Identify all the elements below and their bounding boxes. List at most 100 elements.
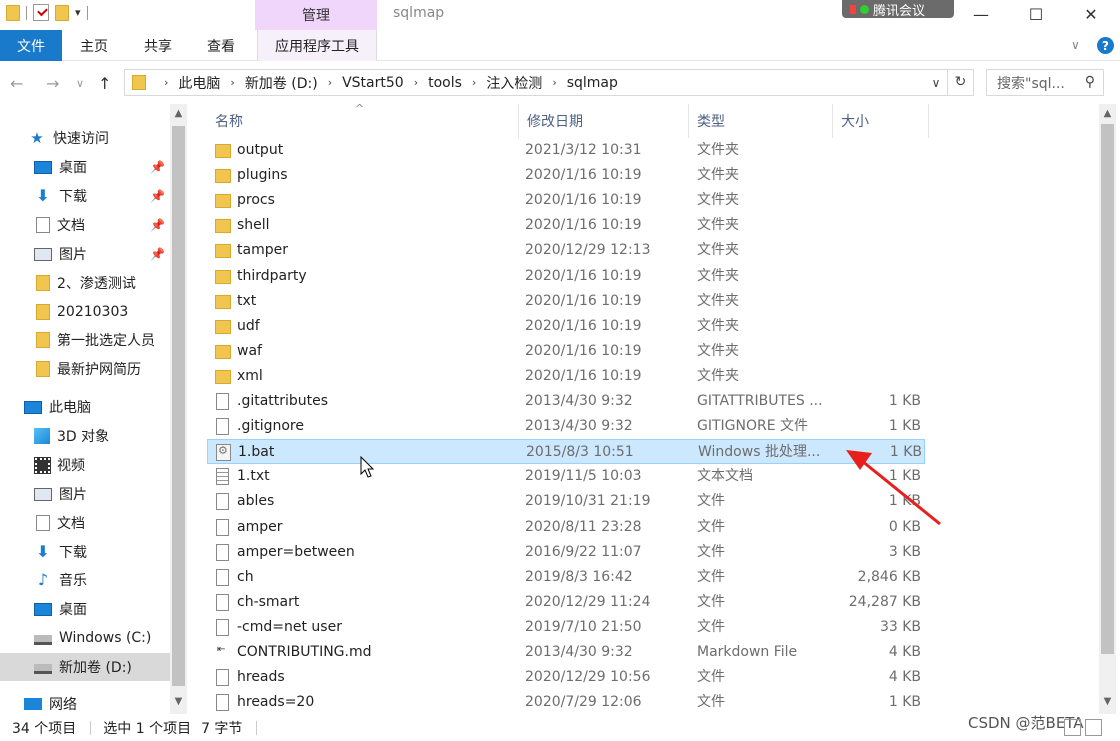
chevron-down-icon[interactable]: ∨ bbox=[76, 77, 84, 90]
table-row[interactable]: txt 2020/1/16 10:19 文件夹 bbox=[207, 289, 925, 314]
scroll-down-icon[interactable]: ▼ bbox=[1099, 696, 1116, 707]
sidebar-item-videos[interactable]: 视频 bbox=[0, 451, 170, 479]
tab-file[interactable]: 文件 bbox=[0, 30, 62, 61]
expand-ribbon-icon[interactable]: ∨ bbox=[1071, 38, 1080, 52]
sidebar-item-music[interactable]: ♪ 音乐 bbox=[0, 566, 170, 594]
column-header-type[interactable]: 类型 bbox=[689, 104, 833, 138]
sidebar-item-20210303[interactable]: 20210303 bbox=[0, 298, 170, 326]
table-row[interactable]: waf 2020/1/16 10:19 文件夹 bbox=[207, 339, 925, 364]
table-row[interactable]: .gitattributes 2013/4/30 9:32 GITATTRIBUTE… bbox=[207, 389, 925, 414]
file-type: 文件夹 bbox=[697, 192, 739, 209]
sidebar-item-desktop-pc[interactable]: 桌面 bbox=[0, 595, 170, 623]
breadcrumb-drive-d[interactable]: 新加卷 (D:) bbox=[245, 73, 318, 93]
sidebar-item-documents[interactable]: 文档 📌 bbox=[0, 211, 170, 239]
table-row[interactable]: xml 2020/1/16 10:19 文件夹 bbox=[207, 364, 925, 389]
table-row[interactable]: ch-smart 2020/12/29 11:24 文件 24,287 KB bbox=[207, 590, 925, 615]
scroll-down-icon[interactable]: ▼ bbox=[170, 696, 187, 707]
address-history-icon[interactable]: ∨ bbox=[925, 76, 947, 90]
sidebar-item-network[interactable]: 网络 bbox=[0, 690, 170, 714]
download-icon: ⬇ bbox=[36, 542, 50, 561]
column-header-name[interactable]: 名称 bbox=[207, 104, 519, 138]
customize-toolbar-icon[interactable]: ▾ bbox=[75, 6, 81, 19]
pin-icon[interactable]: 📌 bbox=[150, 218, 165, 232]
breadcrumb-sqlmap[interactable]: sqlmap bbox=[567, 75, 618, 91]
table-row[interactable]: ables 2019/10/31 21:19 文件 1 KB bbox=[207, 489, 925, 514]
scroll-up-icon[interactable]: ▲ bbox=[170, 108, 187, 119]
breadcrumb-vstart50[interactable]: VStart50 bbox=[342, 75, 404, 91]
large-icons-view-icon[interactable] bbox=[1085, 719, 1102, 736]
sidebar-item-documents-pc[interactable]: 文档 bbox=[0, 509, 170, 537]
scrollbar-thumb[interactable] bbox=[1101, 124, 1114, 654]
tab-application-tools[interactable]: 应用程序工具 bbox=[257, 30, 377, 61]
sidebar-item-drive-c[interactable]: Windows (C:) bbox=[0, 624, 170, 652]
breadcrumb-separator[interactable]: › bbox=[230, 76, 234, 89]
meeting-indicator[interactable]: 腾讯会议 bbox=[842, 0, 954, 19]
table-row[interactable]: .gitignore 2013/4/30 9:32 GITIGNORE 文件 1 KB bbox=[207, 414, 925, 439]
table-row[interactable]: thirdparty 2020/1/16 10:19 文件夹 bbox=[207, 264, 925, 289]
table-row[interactable]: -cmd=net user 2019/7/10 21:50 文件 33 KB bbox=[207, 615, 925, 640]
close-button[interactable]: ✕ bbox=[1068, 0, 1114, 28]
pin-icon[interactable]: 📌 bbox=[150, 160, 165, 174]
table-row[interactable]: ch 2019/8/3 16:42 文件 2,846 KB bbox=[207, 565, 925, 590]
sidebar-item-downloads-pc[interactable]: ⬇ 下载 bbox=[0, 538, 170, 566]
column-header-size[interactable]: 大小 bbox=[833, 104, 929, 138]
table-row[interactable]: udf 2020/1/16 10:19 文件夹 bbox=[207, 314, 925, 339]
properties-icon[interactable] bbox=[33, 4, 49, 21]
breadcrumb-separator[interactable]: › bbox=[328, 76, 332, 89]
sidebar-item-pictures-pc[interactable]: 图片 bbox=[0, 480, 170, 508]
breadcrumb-separator[interactable]: › bbox=[164, 76, 168, 89]
manage-context-tab[interactable]: 管理 bbox=[255, 0, 377, 30]
forward-arrow-icon[interactable]: → bbox=[46, 74, 59, 93]
pin-icon[interactable]: 📌 bbox=[150, 189, 165, 203]
table-row[interactable]: output 2021/3/12 10:31 文件夹 bbox=[207, 138, 925, 163]
table-row[interactable]: plugins 2020/1/16 10:19 文件夹 bbox=[207, 163, 925, 188]
sidebar-item-resumes[interactable]: 最新护网简历 bbox=[0, 355, 170, 383]
table-row[interactable]: shell 2020/1/16 10:19 文件夹 bbox=[207, 213, 925, 238]
sidebar-item-3d-objects[interactable]: 3D 对象 bbox=[0, 422, 170, 450]
breadcrumb-injection[interactable]: 注入检测 bbox=[486, 73, 542, 93]
file-size bbox=[837, 238, 921, 263]
pin-icon[interactable]: 📌 bbox=[150, 247, 165, 261]
breadcrumb-this-pc[interactable]: 此电脑 bbox=[178, 73, 220, 93]
scroll-up-icon[interactable]: ▲ bbox=[1099, 108, 1116, 119]
table-row[interactable]: amper=between 2016/9/22 11:07 文件 3 KB bbox=[207, 540, 925, 565]
table-row[interactable]: 1.txt 2019/11/5 10:03 文本文档 1 KB bbox=[207, 464, 925, 489]
sidebar-item-desktop[interactable]: 桌面 📌 bbox=[0, 153, 170, 181]
tab-home[interactable]: 主页 bbox=[66, 30, 122, 61]
address-bar[interactable]: › 此电脑 › 新加卷 (D:) › VStart50 › tools › 注入… bbox=[124, 69, 974, 96]
table-row[interactable]: 1.bat 2015/8/3 10:51 Windows 批处理... 1 KB bbox=[207, 439, 925, 465]
new-folder-icon[interactable] bbox=[55, 4, 69, 21]
table-row[interactable]: procs 2020/1/16 10:19 文件夹 bbox=[207, 188, 925, 213]
minimize-button[interactable]: — bbox=[958, 0, 1004, 28]
refresh-icon[interactable]: ↻ bbox=[947, 70, 973, 95]
breadcrumb-separator[interactable]: › bbox=[414, 76, 418, 89]
breadcrumb-separator[interactable]: › bbox=[552, 76, 556, 89]
scrollbar-thumb[interactable] bbox=[172, 126, 185, 686]
sidebar-scrollbar[interactable]: ▲ ▼ bbox=[170, 104, 187, 714]
sidebar-item-downloads[interactable]: ⬇ 下载 📌 bbox=[0, 182, 170, 210]
help-icon[interactable]: ? bbox=[1097, 37, 1114, 54]
details-view-icon[interactable] bbox=[1064, 719, 1081, 736]
column-header-date[interactable]: 修改日期 bbox=[519, 104, 689, 138]
sidebar-item-quick-access[interactable]: ★ 快速访问 bbox=[0, 124, 170, 152]
sidebar-item-pictures[interactable]: 图片 📌 bbox=[0, 240, 170, 268]
sidebar-item-drive-d[interactable]: 新加卷 (D:) bbox=[0, 653, 170, 681]
up-arrow-icon[interactable]: ↑ bbox=[98, 74, 111, 93]
table-row[interactable]: tamper 2020/12/29 12:13 文件夹 bbox=[207, 238, 925, 263]
file-list-scrollbar[interactable]: ▲ ▼ bbox=[1099, 104, 1116, 714]
table-row[interactable]: hreads=20 2020/7/29 12:06 文件 1 KB bbox=[207, 690, 925, 714]
sidebar-item-pentest[interactable]: 2、渗透测试 bbox=[0, 269, 170, 297]
search-input[interactable]: 搜索"sql... ⚲ bbox=[986, 69, 1104, 96]
maximize-button[interactable]: ☐ bbox=[1013, 0, 1059, 28]
table-row[interactable]: CONTRIBUTING.md 2013/4/30 9:32 Markdown Fi… bbox=[207, 640, 925, 665]
breadcrumb-separator[interactable]: › bbox=[472, 76, 476, 89]
table-row[interactable]: amper 2020/8/11 23:28 文件 0 KB bbox=[207, 515, 925, 540]
breadcrumb-tools[interactable]: tools bbox=[428, 75, 462, 91]
back-arrow-icon[interactable]: ← bbox=[10, 74, 23, 93]
sidebar-item-selected-staff[interactable]: 第一批选定人员 bbox=[0, 326, 170, 354]
tab-view[interactable]: 查看 bbox=[193, 30, 249, 61]
tab-share[interactable]: 共享 bbox=[130, 30, 186, 61]
search-icon[interactable]: ⚲ bbox=[1085, 74, 1095, 90]
table-row[interactable]: hreads 2020/12/29 10:56 文件 4 KB bbox=[207, 665, 925, 690]
sidebar-item-this-pc[interactable]: 此电脑 bbox=[0, 393, 170, 421]
